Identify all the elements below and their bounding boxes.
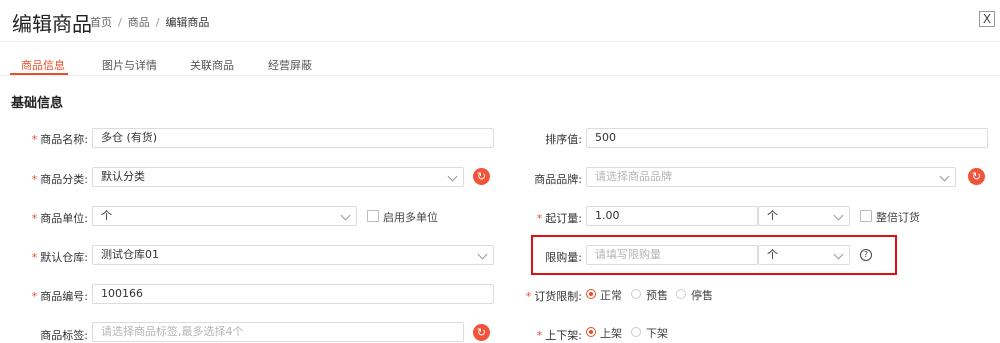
warehouse-value: 测试仓库01 xyxy=(101,248,159,261)
page-title: 编辑商品 xyxy=(12,12,92,36)
brand-placeholder: 请选择商品品牌 xyxy=(595,170,672,183)
sort-label: 排序值: xyxy=(545,133,582,146)
tags-select[interactable]: 请选择商品标签,最多选择4个 xyxy=(92,322,464,342)
product-name-input[interactable]: 多仓 (有货) xyxy=(92,128,494,148)
breadcrumb: 首页 / 商品 / 编辑商品 xyxy=(90,14,209,30)
order-limit-presale-radio[interactable] xyxy=(631,289,641,299)
highlight-box xyxy=(531,235,897,275)
shelf-off-radio[interactable] xyxy=(631,327,641,337)
breadcrumb-current: 编辑商品 xyxy=(165,16,210,29)
sort-input[interactable]: 500 xyxy=(586,128,988,148)
code-label: * 商品编号: xyxy=(31,290,88,303)
order-limit-stop-radio[interactable] xyxy=(676,289,686,299)
min-order-unit-value: 个 xyxy=(767,209,778,222)
refresh-icon[interactable]: ↻ xyxy=(473,324,490,341)
unit-label: * 商品单位: xyxy=(31,212,88,225)
shelf-label: * 上下架: xyxy=(536,329,582,342)
tab-product-info[interactable]: 商品信息 xyxy=(21,57,65,73)
multiple-order-checkbox[interactable] xyxy=(860,210,872,222)
order-limit-presale-label: 预售 xyxy=(646,289,668,302)
breadcrumb-products[interactable]: 商品 xyxy=(128,16,150,29)
shelf-on-radio[interactable] xyxy=(586,327,596,337)
order-limit-label: * 订货限制: xyxy=(525,290,582,303)
brand-label: 商品品牌: xyxy=(534,173,582,186)
warehouse-select[interactable]: 测试仓库01 xyxy=(92,245,494,265)
warehouse-label: * 默认仓库: xyxy=(31,251,88,264)
min-order-input[interactable]: 1.00 xyxy=(586,206,758,226)
close-button[interactable]: X xyxy=(979,11,995,27)
required-mark: * xyxy=(31,212,38,225)
tabs-divider xyxy=(0,75,1000,76)
category-label: * 商品分类: xyxy=(31,173,88,186)
breadcrumb-separator: / xyxy=(118,16,122,29)
tab-images-details[interactable]: 图片与详情 xyxy=(102,57,157,73)
required-mark: * xyxy=(31,133,38,146)
tab-related-products[interactable]: 关联商品 xyxy=(190,57,234,73)
multi-unit-label: 启用多单位 xyxy=(383,211,438,224)
multiple-order-label: 整倍订货 xyxy=(876,211,920,224)
multi-unit-checkbox[interactable] xyxy=(367,210,379,222)
shelf-off-label: 下架 xyxy=(646,327,668,340)
brand-select[interactable]: 请选择商品品牌 xyxy=(586,167,956,187)
required-mark: * xyxy=(31,173,38,186)
order-limit-normal-radio[interactable] xyxy=(586,289,596,299)
category-value: 默认分类 xyxy=(101,170,145,183)
shelf-on-label: 上架 xyxy=(600,327,622,340)
chevron-down-icon xyxy=(340,210,351,221)
tab-business-block[interactable]: 经营屏蔽 xyxy=(268,57,312,73)
required-mark: * xyxy=(525,290,532,303)
refresh-icon[interactable]: ↻ xyxy=(968,168,985,185)
required-mark: * xyxy=(31,290,38,303)
refresh-icon[interactable]: ↻ xyxy=(473,168,490,185)
category-select[interactable]: 默认分类 xyxy=(92,167,464,187)
chevron-down-icon xyxy=(939,171,950,182)
unit-select[interactable]: 个 xyxy=(92,206,357,226)
tags-label: 商品标签: xyxy=(40,329,88,342)
chevron-down-icon xyxy=(447,171,458,182)
header-divider xyxy=(0,41,1000,42)
required-mark: * xyxy=(536,329,543,342)
min-order-label: * 起订量: xyxy=(536,212,582,225)
breadcrumb-separator: / xyxy=(155,16,160,29)
section-title: 基础信息 xyxy=(11,96,64,111)
breadcrumb-home[interactable]: 首页 xyxy=(90,16,112,29)
chevron-down-icon xyxy=(833,210,844,221)
name-label: * 商品名称: xyxy=(31,133,88,146)
required-mark: * xyxy=(31,251,38,264)
unit-value: 个 xyxy=(101,209,112,222)
order-limit-stop-label: 停售 xyxy=(691,289,713,302)
chevron-down-icon xyxy=(477,249,488,260)
required-mark: * xyxy=(536,212,543,225)
order-limit-normal-label: 正常 xyxy=(600,289,622,302)
min-order-unit-select[interactable]: 个 xyxy=(758,206,850,226)
product-code-input[interactable]: 100166 xyxy=(92,284,494,304)
